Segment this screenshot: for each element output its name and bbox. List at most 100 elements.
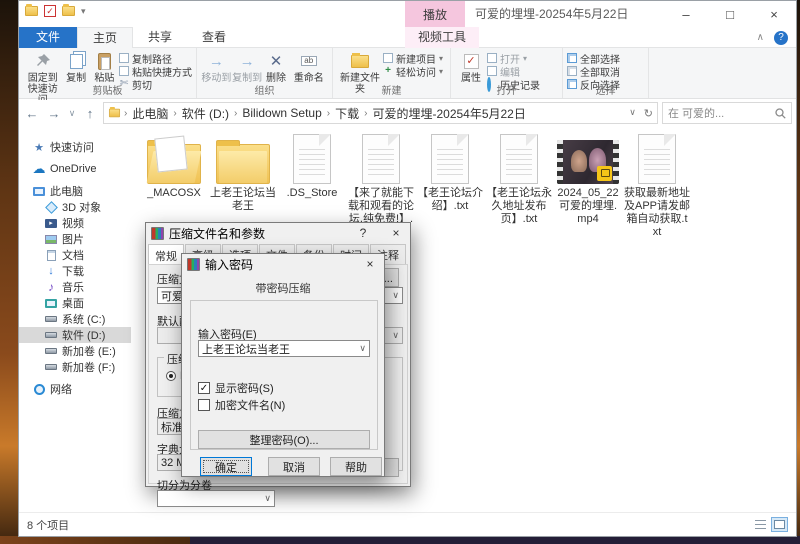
breadcrumb-separator: › [364,108,367,119]
file-item-txt-3[interactable]: 【老王论坛永久地址发布页】.txt [486,131,552,241]
breadcrumb-separator: › [327,108,330,119]
rar-tab-general[interactable]: 常规 [148,244,184,266]
sidebar-item-this-pc[interactable]: 此电脑 [19,183,131,199]
up-button[interactable]: ↑ [81,106,99,121]
checkbox-checked-icon: ✓ [198,382,210,394]
picture-icon [45,233,57,245]
tab-home[interactable]: 主页 [77,27,133,48]
copy-path-button[interactable]: 复制路径 [119,52,192,64]
address-bar-controls: ∨ ↻ [629,107,653,120]
rar-dialog-title: 压缩文件名和参数 [169,225,344,242]
paste-shortcut-button[interactable]: 粘贴快捷方式 [119,65,192,77]
maximize-button[interactable]: □ [708,1,752,27]
qat-folder-icon[interactable] [25,6,38,16]
collapse-ribbon-icon[interactable]: ∧ [757,32,764,43]
file-item-txt-4[interactable]: 获取最新地址及APP请发邮箱自动获取.txt [624,131,690,241]
password-cancel-button[interactable]: 取消 [268,457,320,476]
edit-button[interactable]: 编辑 [487,65,540,77]
tab-video-tools[interactable]: 视频工具 [405,27,479,48]
breadcrumb-bilidown-setup[interactable]: Bilidown Setup [240,106,323,120]
file-item-txt-2[interactable]: 【老王论坛介绍】.txt [417,131,483,241]
easy-access-button[interactable]: + 轻松访问 ▾ [383,65,443,77]
pin-to-quick-access-button[interactable]: 固定到快速访问 [23,50,62,106]
tab-view[interactable]: 查看 [187,27,241,48]
download-icon: ↓ [45,265,57,277]
address-dropdown-icon[interactable]: ∨ [629,107,636,120]
copy-button[interactable]: 复制 [62,50,89,84]
rename-button[interactable]: ab 重命名 [290,50,328,84]
delete-button[interactable]: ✕ 删除 [263,50,290,84]
sidebar-item-drive-e[interactable]: 新加卷 (E:) [19,343,131,359]
encrypt-filenames-checkbox[interactable]: 加密文件名(N) [198,397,285,413]
password-ok-button[interactable]: 确定 [200,457,252,476]
forward-button[interactable]: → [45,106,63,121]
tab-share[interactable]: 共享 [133,27,187,48]
group-label-organize: 组织 [197,82,332,97]
large-icons-view-icon[interactable] [771,517,788,532]
file-item-video[interactable]: 2024_05_22可爱的埋埋.mp4 [555,131,621,241]
new-item-button[interactable]: 新建项目 ▾ [383,52,443,64]
breadcrumb-downloads[interactable]: 下载 [333,105,361,122]
recent-locations-dropdown-icon[interactable]: ∨ [67,108,77,119]
select-none-button[interactable]: 全部取消 [567,65,620,77]
group-label-clipboard: 剪贴板 [19,82,196,97]
password-dialog-title: 输入密码 [205,256,351,273]
cube-icon [45,201,57,213]
qat-customize-dropdown-icon[interactable]: ▾ [81,6,86,17]
sidebar-item-music[interactable]: ♪音乐 [19,279,131,295]
refresh-icon[interactable]: ↻ [644,107,653,120]
select-all-button[interactable]: 全部选择 [567,52,620,64]
split-volumes-input[interactable] [157,490,275,507]
ribbon-group-organize: → 移动到 → 复制到 ✕ 删除 ab 重命名 组织 [197,48,333,98]
file-name: 获取最新地址及APP请发邮箱自动获取.txt [624,187,690,239]
sidebar-item-videos[interactable]: ▸视频 [19,215,131,231]
video-thumbnail-icon [557,140,619,184]
sidebar-item-quick-access[interactable]: ★快速访问 [19,139,131,155]
quick-access-toolbar: ✓ ▾ [25,5,86,17]
help-icon[interactable]: ? [774,31,788,45]
group-label-select: 选择 [563,82,648,97]
sidebar-item-network[interactable]: 网络 [19,381,131,397]
password-input[interactable]: 上老王论坛当老王 [198,340,370,357]
password-dialog-titlebar[interactable]: 输入密码 × [182,254,384,274]
close-button[interactable]: × [752,1,796,27]
minimize-button[interactable]: – [664,1,708,27]
breadcrumb-drive-d[interactable]: 软件 (D:) [180,105,231,122]
sidebar-item-pictures[interactable]: 图片 [19,231,131,247]
breadcrumb-this-pc[interactable]: 此电脑 [130,105,170,122]
sidebar-item-drive-f[interactable]: 新加卷 (F:) [19,359,131,375]
qat-new-folder-icon[interactable] [62,6,75,16]
qat-properties-icon[interactable]: ✓ [44,5,56,17]
ribbon-group-open: ✓ 属性 打开 ▾ 编辑 历史记录 打开 [451,48,563,98]
document-icon [500,134,538,184]
paste-button[interactable]: 粘贴 [90,50,119,84]
password-help-button[interactable]: 帮助 [330,457,382,476]
rar-dialog-close-button[interactable]: × [382,223,410,243]
desktop: { "icons": { "dropdown": "▾", "back": "←… [0,0,800,544]
back-button[interactable]: ← [23,106,41,121]
sidebar-item-drive-d[interactable]: 软件 (D:) [19,327,131,343]
sidebar-item-drive-c[interactable]: 系统 (C:) [19,311,131,327]
sidebar-item-documents[interactable]: 文档 [19,247,131,263]
properties-icon: ✓ [461,51,481,71]
show-password-checkbox[interactable]: ✓ 显示密码(S) [198,380,274,396]
view-switcher [752,517,788,532]
properties-button[interactable]: ✓ 属性 [455,50,487,84]
copy-icon [66,51,86,71]
details-view-icon[interactable] [752,517,769,532]
breadcrumb-current-folder[interactable]: 可爱的埋埋-20254年5月22日 [370,105,527,122]
sidebar-item-onedrive[interactable]: ☁OneDrive [19,161,131,177]
password-dialog-close-button[interactable]: × [356,254,384,274]
open-button[interactable]: 打开 ▾ [487,52,540,64]
search-input[interactable]: 在 可爱的... [662,102,792,124]
sidebar-item-downloads[interactable]: ↓下载 [19,263,131,279]
rar-dialog-titlebar[interactable]: 压缩文件名和参数 ? × [146,223,410,243]
copy-to-button[interactable]: → 复制到 [232,50,263,84]
sidebar-item-desktop[interactable]: 桌面 [19,295,131,311]
move-to-button[interactable]: → 移动到 [201,50,232,84]
sidebar-item-3d-objects[interactable]: 3D 对象 [19,199,131,215]
rar-dialog-help-button[interactable]: ? [349,223,377,243]
organize-passwords-button[interactable]: 整理密码(O)... [198,430,370,449]
tab-file[interactable]: 文件 [19,27,77,48]
breadcrumb[interactable]: › 此电脑 › 软件 (D:) › Bilidown Setup › 下载 › … [103,102,658,124]
